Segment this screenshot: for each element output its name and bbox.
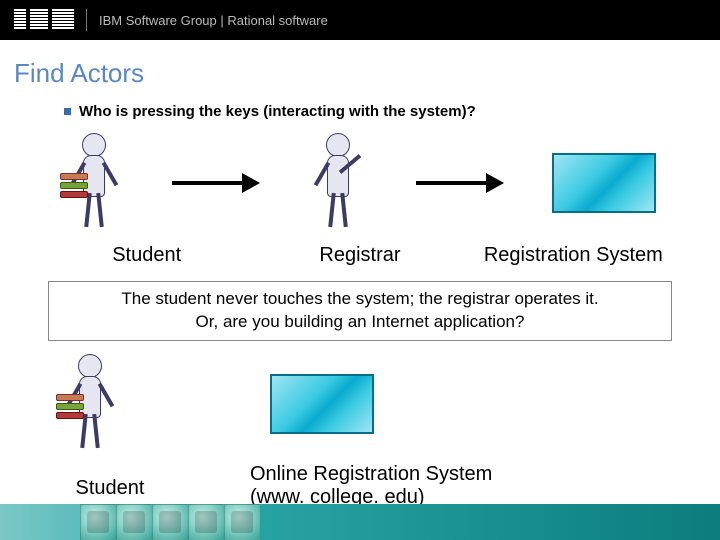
system-icon bbox=[270, 374, 374, 434]
footer-tile-icon bbox=[152, 504, 188, 540]
arrow-icon bbox=[416, 173, 504, 193]
note-line-2: Or, are you building an Internet applica… bbox=[59, 311, 661, 334]
person-icon bbox=[64, 133, 124, 233]
footer-icons bbox=[80, 504, 260, 540]
header-text: IBM Software Group | Rational software bbox=[99, 13, 328, 28]
actors-row-2 bbox=[60, 349, 680, 459]
header-bar: IBM Software Group | Rational software bbox=[0, 0, 720, 40]
books-icon bbox=[56, 394, 84, 416]
label-student-1: Student bbox=[40, 244, 253, 267]
system-group-2 bbox=[210, 374, 374, 434]
books-icon bbox=[60, 173, 88, 195]
actors-row-1 bbox=[40, 128, 680, 238]
bullet-text: Who is pressing the keys (interacting wi… bbox=[79, 103, 476, 120]
person-icon bbox=[308, 133, 368, 233]
footer-tile-icon bbox=[224, 504, 260, 540]
footer-tile-icon bbox=[116, 504, 152, 540]
person-icon bbox=[60, 354, 120, 454]
label-system-1: Registration System bbox=[467, 244, 680, 267]
labels-row-2: Student Online Registration System (www.… bbox=[60, 463, 680, 509]
header-divider bbox=[86, 9, 87, 31]
footer-tile-icon bbox=[188, 504, 224, 540]
note-box: The student never touches the system; th… bbox=[48, 281, 672, 341]
footer-bar bbox=[0, 504, 720, 540]
system-icon bbox=[552, 153, 656, 213]
bullet-icon bbox=[64, 108, 71, 115]
label-system-2a: Online Registration System bbox=[250, 463, 492, 486]
labels-row-1: Student Registrar Registration System bbox=[40, 238, 680, 267]
actor-registrar bbox=[308, 133, 368, 233]
arrow-icon bbox=[172, 173, 260, 193]
actor-student-2 bbox=[60, 354, 120, 454]
label-registrar: Registrar bbox=[253, 244, 466, 267]
actor-student-1 bbox=[64, 133, 124, 233]
label-student-2: Student bbox=[60, 477, 160, 500]
bullet-line: Who is pressing the keys (interacting wi… bbox=[64, 103, 720, 120]
system-box-1 bbox=[552, 153, 656, 213]
ibm-logo bbox=[14, 9, 74, 31]
note-line-1: The student never touches the system; th… bbox=[59, 288, 661, 311]
slide-title: Find Actors bbox=[14, 58, 720, 89]
footer-tile-icon bbox=[80, 504, 116, 540]
